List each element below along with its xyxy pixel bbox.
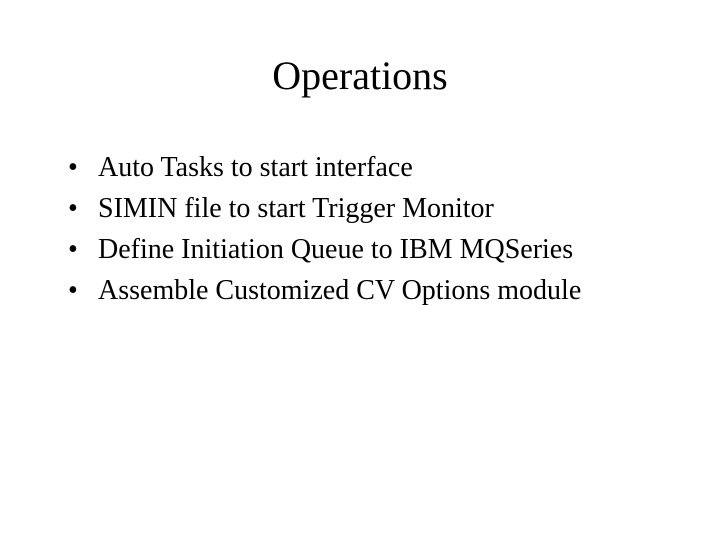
bullet-text: Define Initiation Queue to IBM MQSeries (98, 232, 573, 267)
bullet-icon: • (68, 150, 98, 185)
list-item: • Define Initiation Queue to IBM MQSerie… (68, 232, 668, 267)
slide: Operations • Auto Tasks to start interfa… (0, 0, 720, 540)
bullet-text: Assemble Customized CV Options module (98, 273, 581, 308)
bullet-icon: • (68, 191, 98, 226)
list-item: • Assemble Customized CV Options module (68, 273, 668, 308)
bullet-text: SIMIN file to start Trigger Monitor (98, 191, 494, 226)
bullet-icon: • (68, 273, 98, 308)
slide-title: Operations (0, 52, 720, 99)
list-item: • SIMIN file to start Trigger Monitor (68, 191, 668, 226)
list-item: • Auto Tasks to start interface (68, 150, 668, 185)
bullet-list: • Auto Tasks to start interface • SIMIN … (68, 150, 668, 314)
bullet-text: Auto Tasks to start interface (98, 150, 413, 185)
bullet-icon: • (68, 232, 98, 267)
